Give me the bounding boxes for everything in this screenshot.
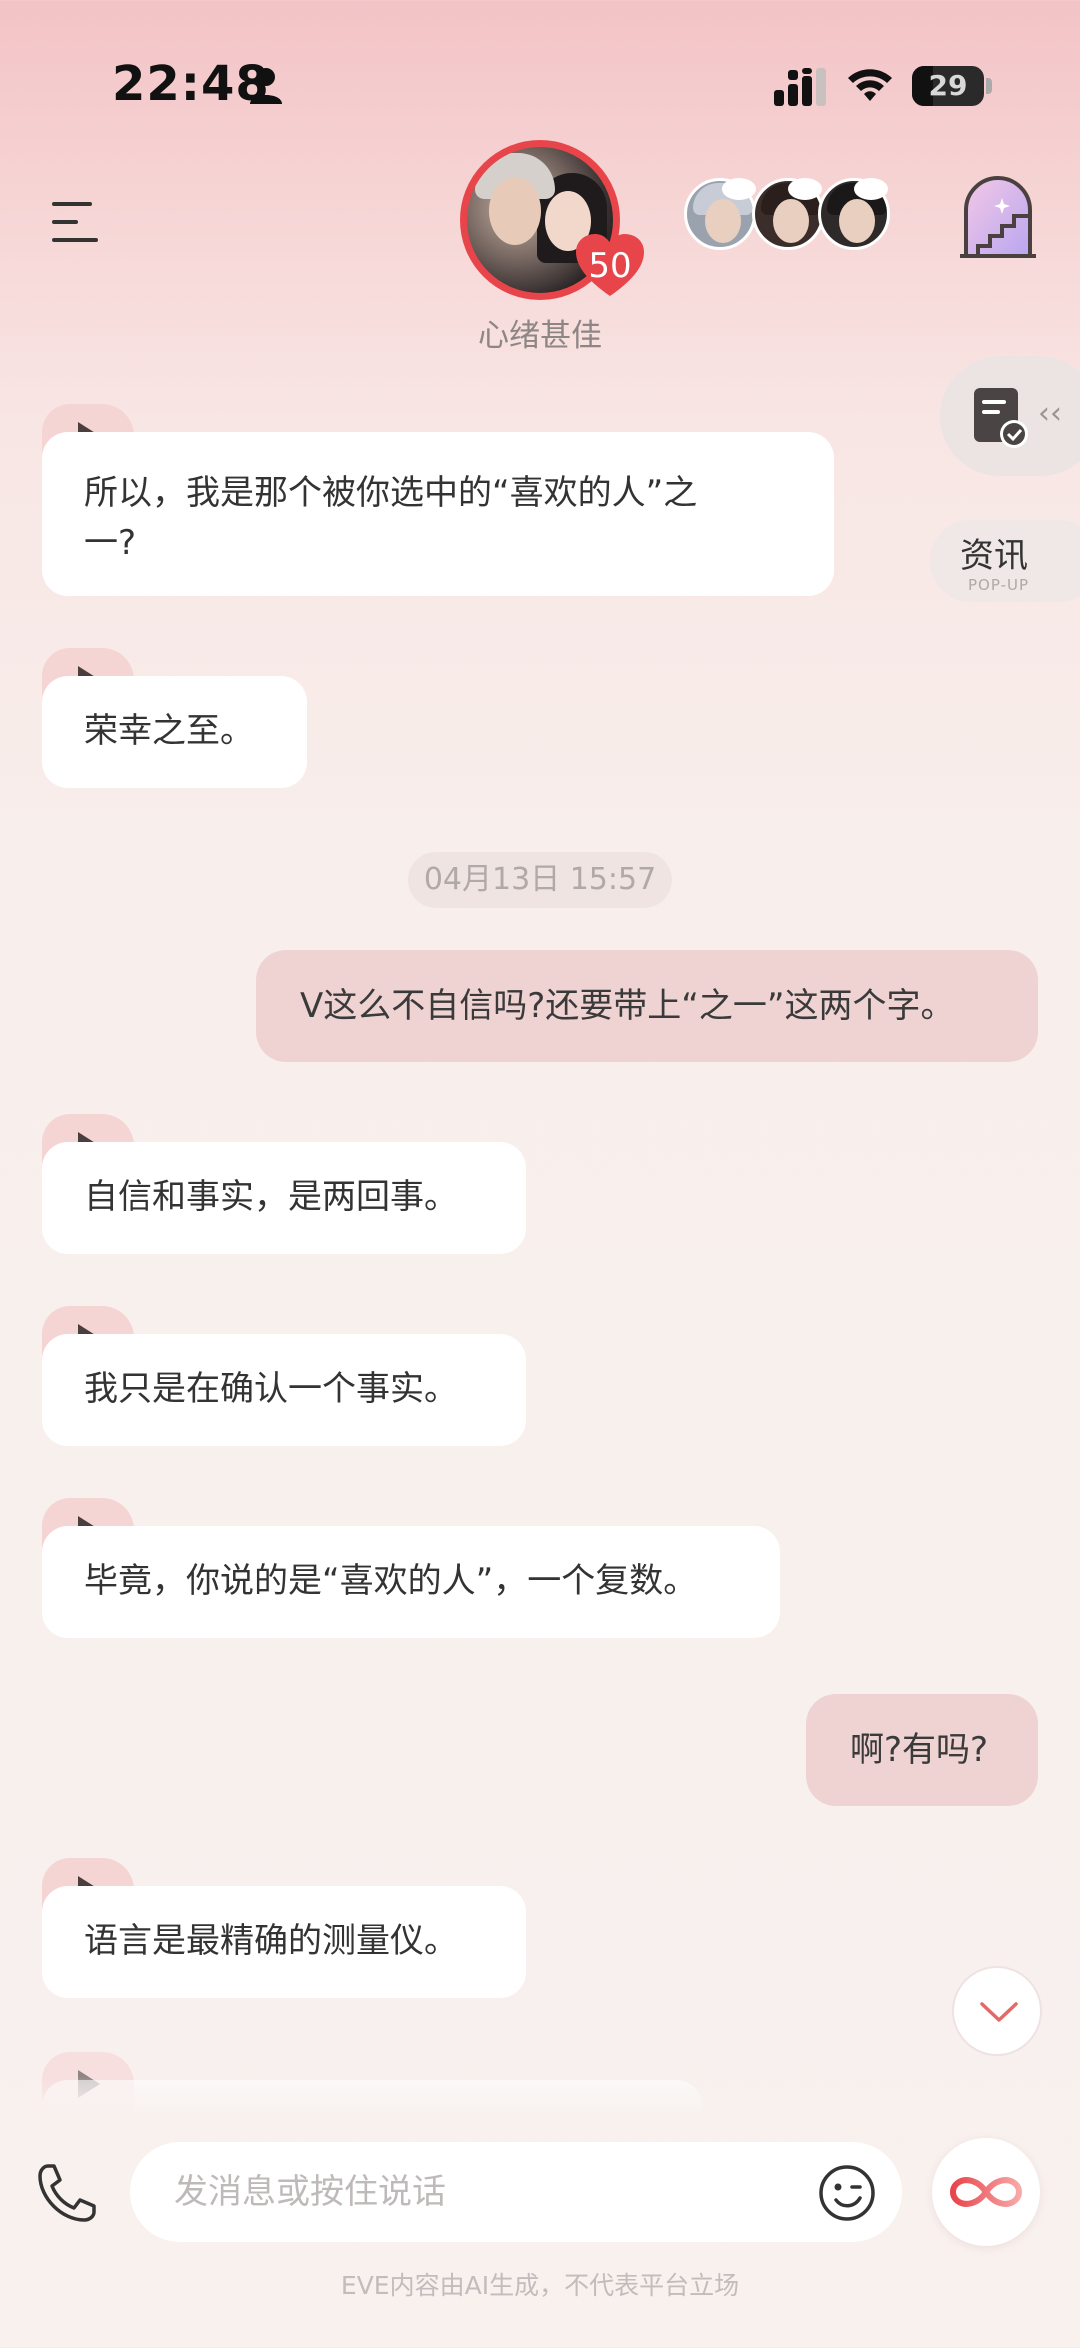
ai-message: 毕竟，你说的是“喜欢的人”，一个复数。 — [42, 1526, 780, 1638]
ai-message: 语言是最精确的测量仪。 — [42, 1886, 526, 1998]
message-input[interactable]: 发消息或按住说话 — [130, 2142, 902, 2242]
speech-bubble-icon — [722, 178, 756, 200]
message-text: 毕竟，你说的是“喜欢的人”，一个复数。 — [84, 1561, 698, 1601]
chevron-down-icon — [980, 2002, 1018, 2022]
emoji-wink-icon[interactable] — [818, 2164, 876, 2222]
speech-bubble-icon — [854, 178, 888, 200]
message-text: 所以，我是那个被你选中的“喜欢的人”之 — [84, 473, 698, 513]
message-text: 荣幸之至。 — [84, 711, 254, 751]
affection-count: 50 — [588, 246, 632, 286]
collapse-arrows-icon: ‹‹ — [1038, 396, 1062, 431]
memo-button[interactable]: ‹‹ — [940, 356, 1080, 476]
wifi-icon — [848, 69, 892, 101]
phone-icon[interactable] — [34, 2162, 98, 2226]
list-fade — [0, 2076, 1080, 2136]
stairs-door-icon[interactable] — [958, 174, 1038, 258]
timestamp-chip: 04月13日 15:57 — [408, 852, 672, 908]
person-icon — [250, 68, 282, 104]
message-text: 啊?有吗? — [850, 1730, 989, 1770]
news-popup-button[interactable]: 资讯 POP-UP — [930, 520, 1080, 602]
message-text: 语言是最精确的测量仪。 — [84, 1921, 458, 1961]
scroll-to-bottom-button[interactable] — [952, 1966, 1042, 2056]
news-sub-label: POP-UP — [968, 576, 1030, 594]
status-time: 22:48 — [112, 56, 270, 112]
user-message: 啊?有吗? — [806, 1694, 1038, 1806]
ai-message: 自信和事实，是两回事。 — [42, 1142, 526, 1254]
infinity-icon — [950, 2177, 1022, 2207]
infinity-mode-button[interactable] — [932, 2138, 1040, 2246]
input-placeholder: 发消息或按住说话 — [174, 2172, 446, 2212]
mood-status: 心绪甚佳 — [478, 318, 602, 354]
battery-icon: 29 — [912, 66, 984, 106]
ai-message: 所以，我是那个被你选中的“喜欢的人”之 一? — [42, 432, 834, 596]
news-label: 资讯 — [960, 536, 1028, 576]
message-text: 一? — [84, 523, 137, 563]
message-text: 我只是在确认一个事实。 — [84, 1369, 458, 1409]
speech-bubble-icon — [788, 178, 822, 200]
document-check-icon — [974, 388, 1028, 448]
battery-level: 29 — [928, 69, 968, 102]
user-message: V这么不自信吗?还要带上“之一”这两个字。 — [256, 950, 1038, 1062]
ai-message: 荣幸之至。 — [42, 676, 307, 788]
signal-icon — [774, 68, 826, 106]
message-text: V这么不自信吗?还要带上“之一”这两个字。 — [300, 986, 955, 1026]
affection-heart-badge: 50 — [574, 232, 646, 298]
ai-message: 我只是在确认一个事实。 — [42, 1334, 526, 1446]
ai-disclaimer: EVE内容由AI生成，不代表平台立场 — [340, 2271, 740, 2300]
battery-tip — [986, 78, 992, 94]
message-text: 自信和事实，是两回事。 — [84, 1177, 458, 1217]
menu-icon[interactable] — [52, 200, 106, 246]
